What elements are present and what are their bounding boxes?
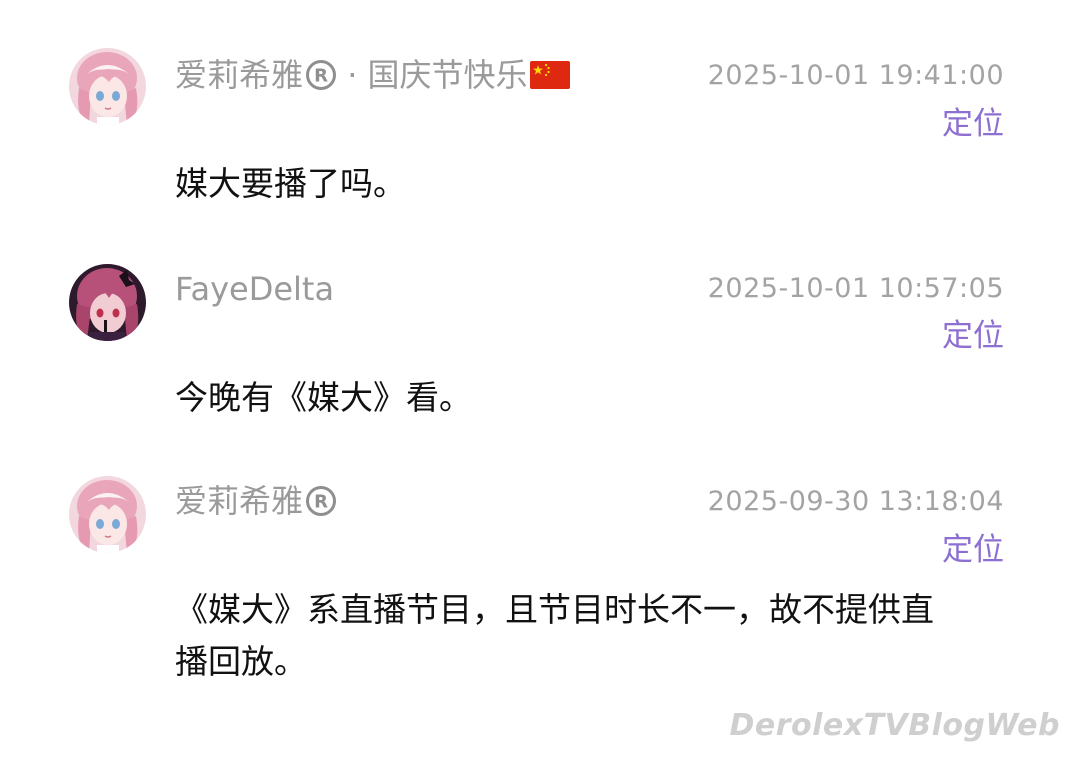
username[interactable]: FayeDelta	[175, 269, 334, 309]
username-text: 爱莉希雅	[175, 482, 304, 520]
comment-text: 《媒大》系直播节目，且节目时长不一，故不提供直播回放。	[175, 590, 934, 681]
comment-text: 媒大要播了吗。	[175, 164, 406, 203]
china-flag-icon	[529, 61, 570, 89]
svg-text:R: R	[314, 492, 328, 513]
username[interactable]: 爱莉希雅 R	[175, 481, 337, 521]
user-avatar[interactable]	[69, 476, 146, 553]
username-text: 爱莉希雅	[175, 56, 304, 94]
locate-link[interactable]: 定位	[942, 104, 1004, 144]
comment-timestamp: 2025-09-30 13:18:04	[707, 486, 1004, 517]
locate-link[interactable]: 定位	[942, 530, 1004, 570]
avatar-image	[69, 476, 146, 553]
comment-text: 今晚有《媒大》看。	[175, 378, 472, 417]
locate-link[interactable]: 定位	[942, 316, 1004, 356]
comment-timestamp: 2025-10-01 19:41:00	[707, 60, 1004, 91]
username-text: FayeDelta	[175, 270, 335, 308]
registered-mark-icon: R	[306, 486, 337, 516]
watermark: DerolexTVBlogWeb	[729, 708, 1060, 743]
user-avatar[interactable]	[69, 264, 146, 341]
svg-text:R: R	[314, 66, 328, 87]
avatar-image	[69, 48, 146, 125]
username[interactable]: 爱莉希雅 R · 国庆节快乐	[175, 55, 570, 95]
registered-mark-icon: R	[306, 60, 337, 90]
avatar-image	[69, 264, 146, 341]
username-suffix: · 国庆节快乐	[347, 56, 528, 94]
comment-timestamp: 2025-10-01 10:57:05	[707, 273, 1004, 304]
user-avatar[interactable]	[69, 48, 146, 125]
